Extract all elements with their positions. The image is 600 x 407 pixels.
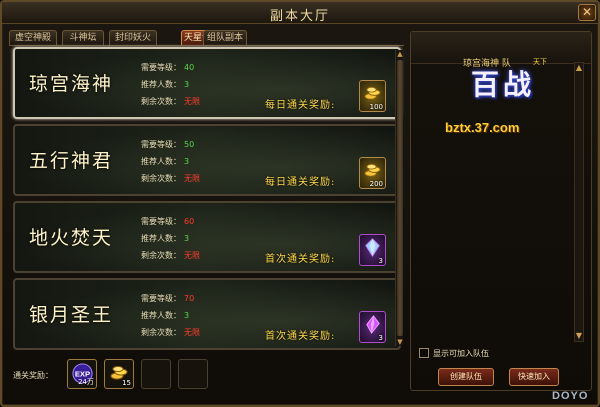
remaining-runs: 剩余次数： 无限 bbox=[141, 174, 200, 183]
team-list-scrollbar[interactable]: ▲ ▼ bbox=[574, 62, 584, 342]
logo-title: 百战 bbox=[471, 68, 536, 101]
reward-label: 首次通关奖励: bbox=[265, 331, 336, 342]
scroll-down-icon[interactable]: ▼ bbox=[396, 338, 404, 346]
reward-count: 3 bbox=[378, 334, 383, 342]
level-requirement: 需要等级： 50 bbox=[141, 140, 195, 149]
level-requirement: 需要等级： 60 bbox=[141, 217, 195, 226]
dungeon-name: 地火焚天 bbox=[29, 227, 114, 249]
reward-slot[interactable]: 3 bbox=[359, 311, 386, 343]
logo-url: bztx.37.com bbox=[445, 120, 520, 135]
window-title: 副本大厅 bbox=[269, 9, 330, 24]
reward-label: 每日通关奖励: bbox=[265, 100, 336, 111]
reward-count: 3 bbox=[378, 257, 383, 265]
tab-battle-altar[interactable]: 斗神坛 bbox=[62, 30, 104, 45]
recommended-players: 推荐人数： 3 bbox=[141, 234, 190, 243]
dungeon-name: 琼宫海神 bbox=[29, 73, 114, 95]
reward-label: 首次通关奖励: bbox=[265, 254, 336, 265]
dungeon-card[interactable]: 地火焚天 需要等级： 60 推荐人数： 3 剩余次数： 无限 首次通关奖励: 3 bbox=[13, 201, 401, 273]
recommended-players: 推荐人数： 3 bbox=[141, 80, 190, 89]
gold-coins-icon bbox=[364, 163, 381, 177]
tab-void-temple[interactable]: 虚空神殿 bbox=[9, 30, 57, 45]
recommended-players: 推荐人数： 3 bbox=[141, 157, 190, 166]
gold-coins-icon bbox=[364, 86, 381, 100]
purple-crystal-icon bbox=[366, 315, 380, 334]
remaining-runs: 剩余次数： 无限 bbox=[141, 328, 200, 337]
empty-reward-slot bbox=[141, 359, 171, 389]
watermark: DOYO bbox=[552, 390, 589, 402]
tab-team-dungeon[interactable]: 组队副本 bbox=[203, 30, 247, 45]
reward-label: 每日通关奖励: bbox=[265, 177, 336, 188]
tab-divider bbox=[9, 45, 404, 46]
dungeon-card[interactable]: 五行神君 需要等级： 50 推荐人数： 3 剩余次数： 无限 每日通关奖励: 200 bbox=[13, 124, 401, 196]
dungeon-name: 五行神君 bbox=[29, 150, 114, 172]
remaining-runs: 剩余次数： 无限 bbox=[141, 97, 200, 106]
reward-count: 200 bbox=[369, 180, 383, 188]
level-requirement: 需要等级： 40 bbox=[141, 63, 195, 72]
show-joinable-label: 显示可加入队伍 bbox=[433, 349, 489, 358]
level-requirement: 需要等级： 70 bbox=[141, 294, 195, 303]
reward-slot[interactable]: 100 bbox=[359, 80, 386, 112]
scroll-thumb[interactable] bbox=[397, 60, 403, 336]
dungeon-card[interactable]: 琼宫海神 需要等级： 40 推荐人数： 3 剩余次数： 无限 每日通关奖励: 100 bbox=[13, 47, 401, 119]
dungeon-name: 银月圣王 bbox=[29, 304, 114, 326]
title-bar[interactable]: 副本大厅 ✕ bbox=[2, 2, 598, 24]
recommended-players: 推荐人数： 3 bbox=[141, 311, 190, 320]
clear-reward-label: 通关奖励： bbox=[13, 371, 53, 380]
quick-join-button[interactable]: 快速加入 bbox=[509, 368, 559, 386]
reward-slot[interactable]: 15 bbox=[104, 359, 134, 389]
team-panel: 琼宫海神 队 天下 百战 bztx.37.com bbox=[410, 31, 592, 391]
reward-count: 100 bbox=[369, 103, 383, 111]
dungeon-card[interactable]: 银月圣王 需要等级： 70 推荐人数： 3 剩余次数： 无限 首次通关奖励: 3 bbox=[13, 278, 401, 350]
reward-slot[interactable]: EXP 24万 bbox=[67, 359, 97, 389]
empty-reward-slot bbox=[178, 359, 208, 389]
logo-subtitle: 天下 bbox=[533, 58, 547, 66]
scroll-up-icon[interactable]: ▲ bbox=[575, 63, 583, 72]
scroll-up-icon[interactable]: ▲ bbox=[396, 50, 404, 58]
game-logo: 天下 百战 bztx.37.com bbox=[441, 40, 576, 135]
tab-sealed-fire[interactable]: 封印妖火 bbox=[109, 30, 157, 45]
reward-count: 15 bbox=[122, 379, 131, 387]
reward-count: 24万 bbox=[78, 378, 94, 386]
create-team-button[interactable]: 创建队伍 bbox=[438, 368, 494, 386]
reward-slot[interactable]: 3 bbox=[359, 234, 386, 266]
dungeon-list: 琼宫海神 需要等级： 40 推荐人数： 3 剩余次数： 无限 每日通关奖励: 100 … bbox=[9, 47, 404, 350]
remaining-runs: 剩余次数： 无限 bbox=[141, 251, 200, 260]
close-button[interactable]: ✕ bbox=[578, 4, 596, 21]
crystal-gem-icon bbox=[365, 238, 380, 257]
reward-slot[interactable]: 200 bbox=[359, 157, 386, 189]
show-joinable-checkbox[interactable] bbox=[419, 348, 429, 358]
dungeon-list-scrollbar[interactable]: ▲ ▼ bbox=[395, 50, 403, 346]
scroll-down-icon[interactable]: ▼ bbox=[575, 331, 583, 340]
